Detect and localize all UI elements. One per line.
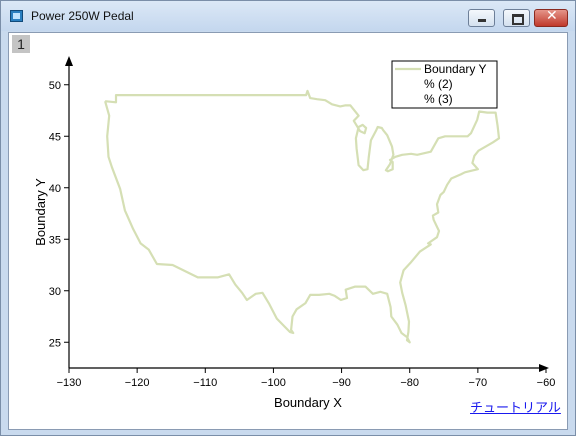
x-tick-label: −80 bbox=[400, 377, 419, 389]
legend-entry-3: % (3) bbox=[424, 92, 453, 106]
legend-entry-1: Boundary Y bbox=[424, 62, 487, 76]
close-button[interactable]: ✕ bbox=[534, 8, 568, 27]
y-tick-label: 25 bbox=[49, 337, 61, 349]
x-tick-label: −90 bbox=[332, 377, 351, 389]
x-tick-label: −130 bbox=[57, 377, 82, 389]
y-tick-label: 50 bbox=[49, 80, 61, 92]
graph-window: Power 250W Pedal ✕ 1 −130 −120 −110 −100 −90… bbox=[0, 0, 576, 436]
y-tick-label: 40 bbox=[49, 183, 61, 195]
chart-area[interactable]: −130 −120 −110 −100 −90 −80 −70 −60 25 30 35 40 45 5… bbox=[9, 33, 567, 429]
x-ticks: −130 −120 −110 −100 −90 −80 −70 −60 bbox=[57, 368, 556, 389]
y-axis-arrow bbox=[65, 56, 73, 66]
legend[interactable]: Boundary Y % (2) % (3) bbox=[391, 60, 498, 109]
y-tick-label: 30 bbox=[49, 286, 61, 298]
maximize-icon bbox=[512, 14, 524, 25]
x-axis-title[interactable]: Boundary X bbox=[274, 395, 342, 410]
boundary-line[interactable] bbox=[104, 89, 501, 344]
window-title: Power 250W Pedal bbox=[31, 9, 134, 23]
title-bar[interactable]: Power 250W Pedal ✕ bbox=[1, 1, 575, 31]
x-tick-label: −120 bbox=[125, 377, 150, 389]
x-tick-label: −110 bbox=[193, 377, 217, 389]
y-tick-label: 45 bbox=[49, 131, 61, 143]
maximize-button[interactable] bbox=[503, 9, 530, 27]
y-tick-label: 35 bbox=[49, 234, 61, 246]
legend-entry-2: % (2) bbox=[424, 77, 453, 91]
minimize-button[interactable] bbox=[468, 9, 495, 27]
close-icon: ✕ bbox=[546, 8, 558, 24]
graph-page[interactable]: 1 −130 −120 −110 −100 −90 −80 −70 −60 25 30 35 40 4… bbox=[8, 32, 568, 430]
tutorial-link[interactable]: チュートリアル bbox=[470, 397, 561, 416]
y-axis-title[interactable]: Boundary Y bbox=[33, 178, 48, 246]
x-tick-label: −60 bbox=[537, 377, 556, 389]
x-tick-label: −100 bbox=[261, 377, 286, 389]
x-axis-arrow bbox=[539, 364, 549, 372]
graph-window-icon[interactable] bbox=[10, 10, 23, 22]
y-ticks: 25 30 35 40 45 50 bbox=[49, 80, 69, 349]
x-tick-label: −70 bbox=[469, 377, 488, 389]
minimize-icon bbox=[478, 19, 486, 22]
